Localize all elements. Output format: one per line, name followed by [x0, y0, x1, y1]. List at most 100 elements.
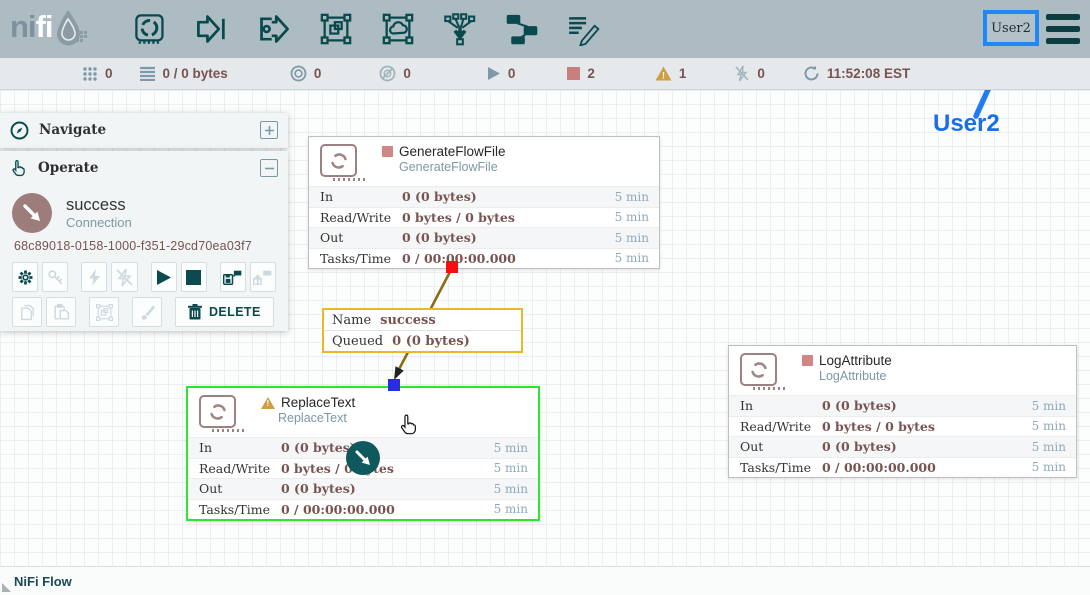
compass-icon: [10, 121, 29, 140]
processor-stamp-icon: [740, 353, 777, 386]
stat-window: 5 min: [480, 482, 538, 496]
annotation-user2-label: User2: [933, 110, 1000, 138]
stat-window: 5 min: [1018, 460, 1076, 474]
change-color-button[interactable]: [132, 297, 162, 327]
stat-value: 0 (0 bytes): [822, 398, 1018, 413]
refresh-icon[interactable]: [803, 65, 820, 82]
stat-window: 5 min: [480, 441, 538, 455]
configure-button[interactable]: [12, 262, 38, 292]
stopped-status: 2: [567, 66, 595, 81]
disable-button[interactable]: [111, 262, 137, 292]
processor-logattribute[interactable]: LogAttribute LogAttribute In 0 (0 bytes)…: [728, 345, 1077, 478]
running-count: 0: [508, 66, 516, 81]
current-user-button[interactable]: User2: [983, 10, 1039, 46]
processor-icon[interactable]: [133, 11, 167, 47]
connection-name-key: Name: [332, 313, 371, 328]
stat-label: Read/Write: [729, 419, 822, 434]
stopped-state-icon: [382, 146, 393, 157]
transmitting-count: 0: [314, 66, 322, 81]
copy-button[interactable]: [12, 297, 42, 327]
access-policies-button[interactable]: [42, 262, 68, 292]
stat-label: In: [188, 440, 281, 455]
transmitting-icon: [290, 65, 307, 82]
stat-label: Out: [309, 230, 402, 245]
operate-buttons-row-2: DELETE: [12, 297, 276, 327]
stat-row-readwrite: Read/Write 0 bytes / 0 bytes 5 min: [729, 416, 1076, 437]
processor-header: LogAttribute LogAttribute: [729, 346, 1076, 395]
active-threads-count: 0: [105, 66, 113, 81]
processor-type: GenerateFlowFile: [399, 160, 506, 174]
stop-button[interactable]: [181, 262, 207, 292]
queued-list-icon: [139, 66, 156, 81]
stat-label: Read/Write: [309, 210, 402, 225]
stat-window: 5 min: [480, 461, 538, 475]
stat-label: Read/Write: [188, 461, 281, 476]
stat-value: 0 / 00:00:00.000: [822, 460, 1018, 475]
disabled-status: 0: [734, 65, 765, 82]
stat-window: 5 min: [601, 210, 659, 224]
stat-label: Out: [729, 439, 822, 454]
connection-name-row: Name success: [324, 310, 521, 331]
stat-row-out: Out 0 (0 bytes) 5 min: [309, 227, 659, 248]
create-template-button[interactable]: [220, 262, 246, 292]
stat-label: Tasks/Time: [309, 251, 402, 266]
template-icon[interactable]: [505, 11, 539, 47]
start-button[interactable]: [151, 262, 177, 292]
stat-window: 5 min: [480, 502, 538, 516]
processor-stamp-icon: [320, 144, 357, 177]
stat-row-tasks: Tasks/Time 0 / 00:00:00.000 5 min: [188, 499, 538, 520]
warning-status: ! 1: [655, 66, 687, 81]
not-transmitting-status: 0: [379, 65, 411, 82]
upload-template-button[interactable]: [250, 262, 276, 292]
selection-name: success: [66, 196, 132, 215]
connection-queued-value: 0 (0 bytes): [392, 334, 470, 349]
stat-row-in: In 0 (0 bytes) 5 min: [729, 395, 1076, 416]
connect-drag-badge: [346, 441, 380, 475]
funnel-icon[interactable]: [443, 11, 477, 47]
processor-type: ReplaceText: [278, 411, 355, 425]
process-group-icon[interactable]: [319, 11, 353, 47]
remote-process-group-icon[interactable]: [381, 11, 415, 47]
mouse-cursor-hand: [398, 413, 420, 442]
processor-title: ReplaceText: [281, 395, 355, 410]
label-icon[interactable]: [567, 11, 601, 47]
refresh-status: 11:52:08 EST: [803, 65, 910, 82]
operate-buttons-row-1: [12, 262, 276, 292]
selection-summary: success Connection: [12, 193, 276, 233]
input-port-icon[interactable]: [195, 11, 229, 47]
operate-palette: Operate success Connection 68c89018-0158…: [0, 151, 288, 331]
transmitting-status: 0: [290, 65, 322, 82]
delete-button[interactable]: DELETE: [175, 297, 274, 327]
delete-label: DELETE: [209, 305, 261, 319]
stat-window: 5 min: [1018, 419, 1076, 433]
output-port-icon[interactable]: [257, 11, 291, 47]
stat-value: 0 (0 bytes): [281, 481, 480, 496]
breadcrumb-root[interactable]: NiFi Flow: [14, 574, 72, 589]
stat-label: In: [309, 189, 402, 204]
stat-value: 0 (0 bytes): [402, 230, 601, 245]
invalid-warning-icon: [261, 397, 275, 409]
group-button[interactable]: [89, 297, 119, 327]
running-icon: [487, 66, 501, 81]
nifi-logo: nifi: [10, 7, 87, 47]
warning-icon: !: [655, 66, 672, 81]
paste-button[interactable]: [46, 297, 76, 327]
stat-value: 0 bytes / 0 bytes: [822, 419, 1018, 434]
stat-row-tasks: Tasks/Time 0 / 00:00:00.000 5 min: [309, 248, 659, 269]
connection-label[interactable]: Name success Queued 0 (0 bytes): [322, 308, 523, 353]
navigate-title: Navigate: [39, 122, 260, 138]
breadcrumb-resize-handle[interactable]: [2, 583, 11, 592]
stat-label: Tasks/Time: [729, 460, 822, 475]
processor-generateflowfile[interactable]: GenerateFlowFile GenerateFlowFile In 0 (…: [308, 136, 660, 269]
enable-button[interactable]: [81, 262, 107, 292]
processor-header: ReplaceText ReplaceText: [188, 388, 538, 437]
processor-type: LogAttribute: [819, 369, 892, 383]
trash-icon: [188, 304, 202, 320]
processor-stamp-icon: [199, 395, 236, 428]
status-bar: 0 0 / 0 bytes 0 0: [0, 58, 1090, 90]
hand-icon: [10, 159, 28, 178]
navigate-expand-button[interactable]: [260, 121, 278, 139]
operate-collapse-button[interactable]: [260, 159, 278, 177]
stopped-icon: [567, 67, 580, 80]
global-menu-icon[interactable]: [1046, 14, 1080, 44]
